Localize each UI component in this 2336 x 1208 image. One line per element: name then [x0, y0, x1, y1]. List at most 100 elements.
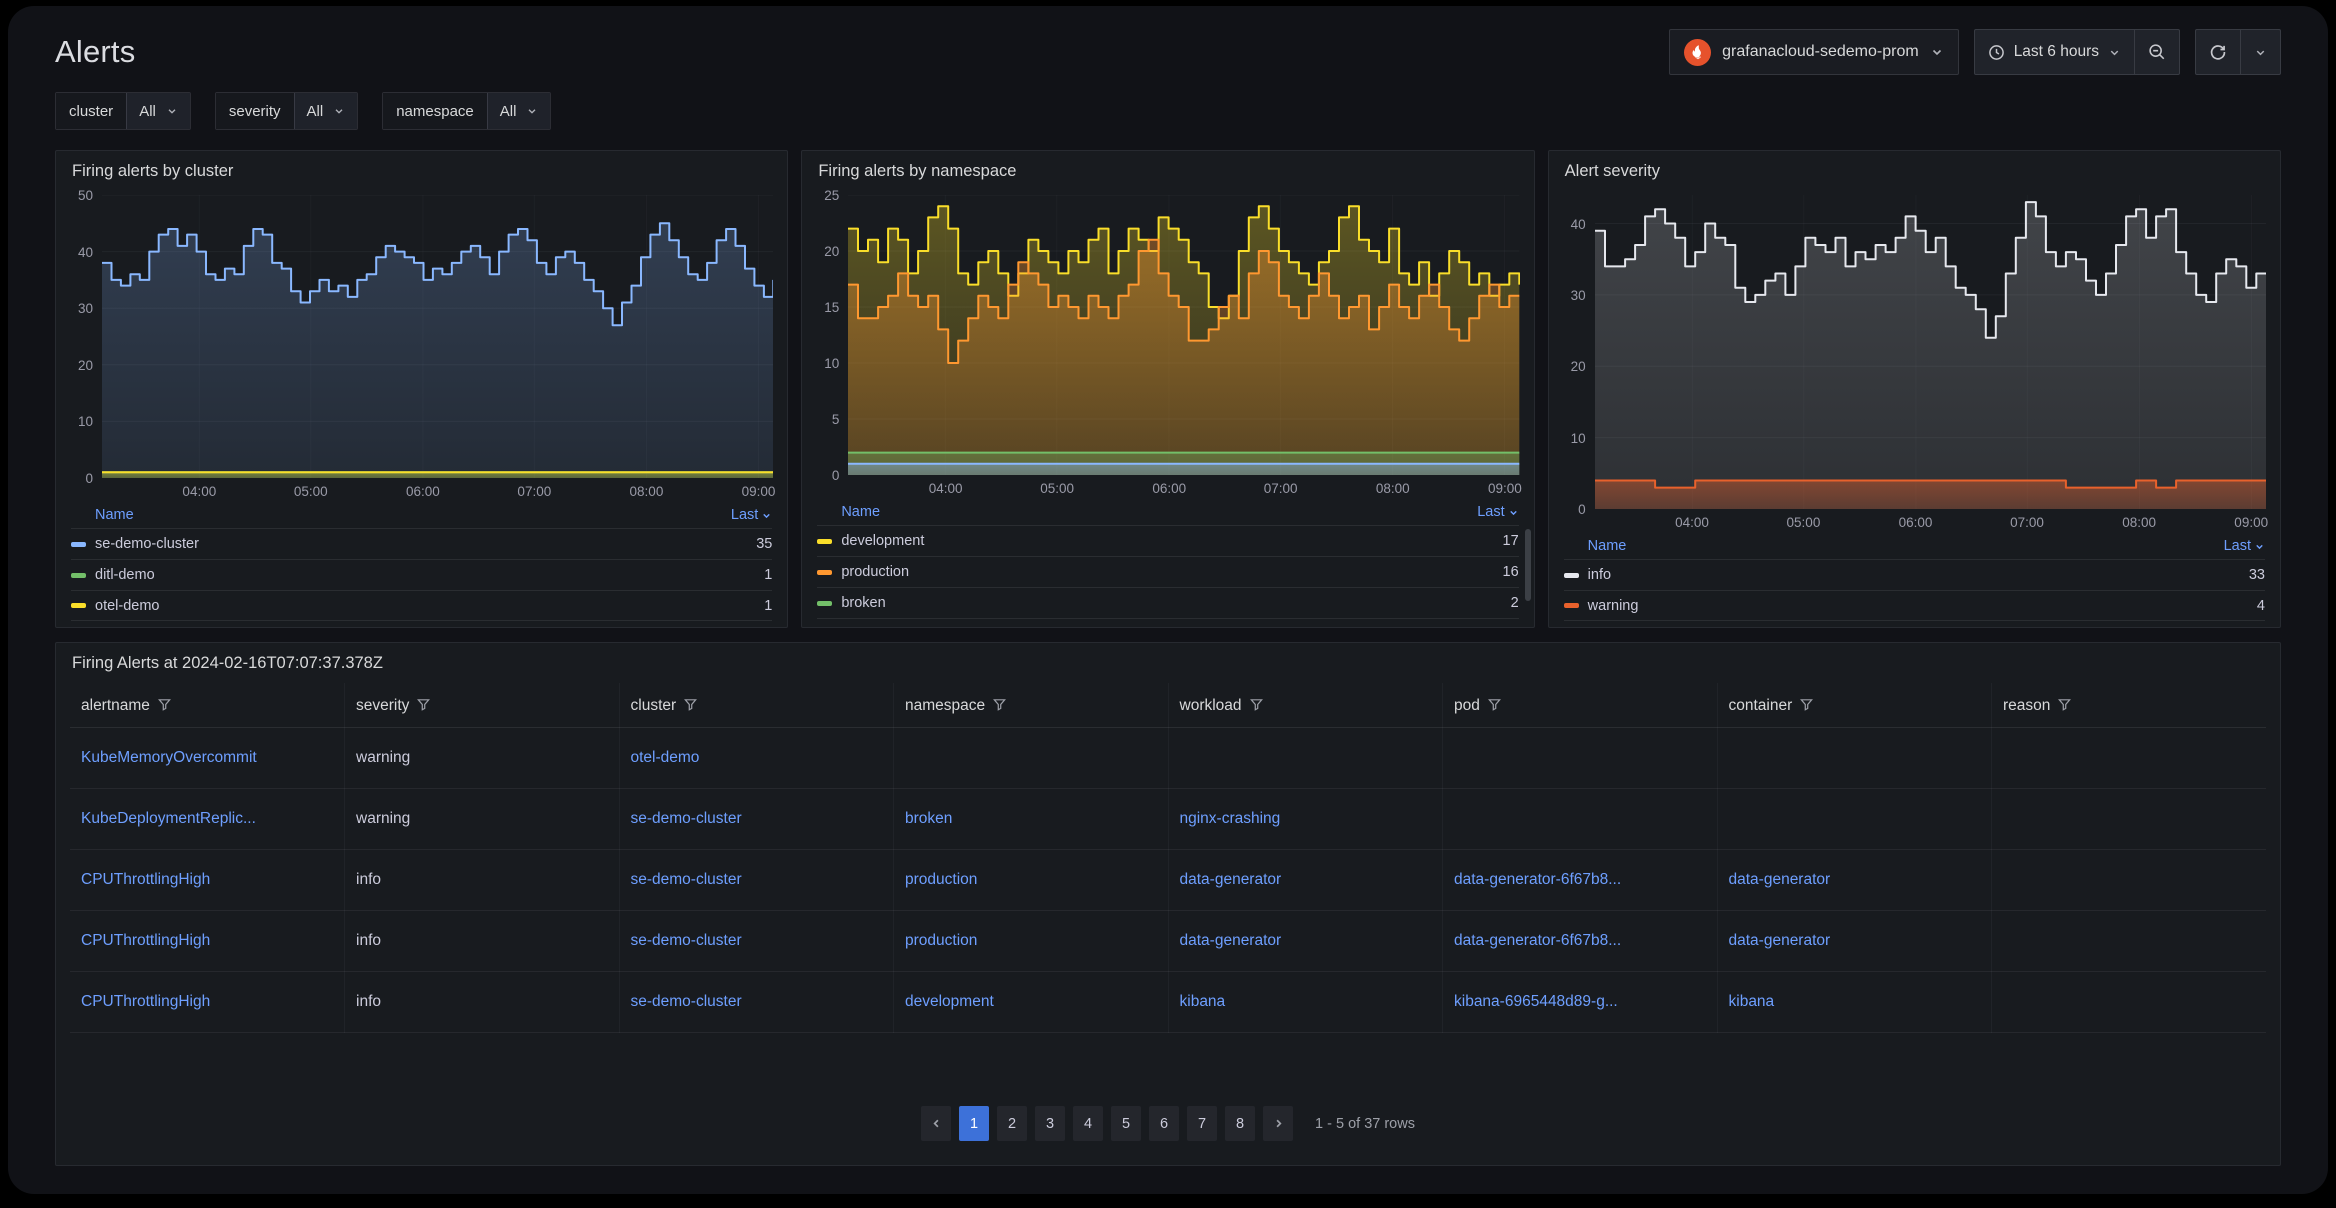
reason-cell	[1992, 789, 2267, 850]
pod-link[interactable]: data-generator-6f67b8...	[1454, 871, 1621, 888]
filter-icon[interactable]	[992, 697, 1007, 712]
cluster-link[interactable]: se-demo-cluster	[631, 932, 742, 949]
legend-item[interactable]: se-demo-cluster 35	[71, 528, 772, 559]
cluster-link[interactable]: se-demo-cluster	[631, 993, 742, 1010]
y-axis: 0510152025	[810, 195, 848, 475]
pod-link[interactable]: kibana-6965448d89-g...	[1454, 993, 1618, 1010]
legend-last-sort[interactable]: Last	[2224, 538, 2265, 554]
page-button-7[interactable]: 7	[1187, 1106, 1217, 1141]
page-button-4[interactable]: 4	[1073, 1106, 1103, 1141]
series-label: ditl-demo	[95, 567, 155, 583]
column-header-reason[interactable]: reason	[1992, 683, 2267, 728]
panel-title[interactable]: Alert severity	[1549, 151, 2280, 181]
series-label: development	[841, 533, 924, 549]
page-button-5[interactable]: 5	[1111, 1106, 1141, 1141]
alertname-link[interactable]: KubeDeploymentReplic...	[81, 810, 256, 827]
series-last-value: 1	[764, 598, 772, 614]
column-header-workload[interactable]: workload	[1168, 683, 1443, 728]
namespace-link[interactable]: production	[905, 871, 977, 888]
filter-namespace-label: namespace	[383, 93, 487, 129]
container-link[interactable]: data-generator	[1729, 932, 1831, 949]
filter-severity-select[interactable]: All	[294, 93, 358, 129]
namespace-link[interactable]: development	[905, 993, 994, 1010]
refresh-button[interactable]	[2196, 30, 2240, 74]
panel-alert-severity: Alert severity 010203040 04:0005:0006:00…	[1548, 150, 2281, 628]
chart-plot-area[interactable]	[102, 195, 773, 478]
time-range-label: Last 6 hours	[2014, 43, 2099, 61]
legend-item[interactable]: ditl-demo 1	[71, 559, 772, 590]
namespace-link[interactable]: production	[905, 932, 977, 949]
series-swatch	[817, 601, 832, 606]
cluster-link[interactable]: se-demo-cluster	[631, 810, 742, 827]
time-range-picker[interactable]: Last 6 hours	[1975, 30, 2134, 74]
legend-scrollbar[interactable]	[1525, 529, 1531, 601]
chart-plot-area[interactable]	[1595, 195, 2266, 509]
filter-icon[interactable]	[1799, 697, 1814, 712]
panel-title[interactable]: Firing Alerts at 2024-02-16T07:07:37.378…	[56, 643, 2280, 673]
legend-name-header[interactable]: Name	[841, 504, 880, 520]
legend-item[interactable]: otel-demo 1	[71, 590, 772, 621]
column-header-severity[interactable]: severity	[345, 683, 620, 728]
page-button-1[interactable]: 1	[959, 1106, 989, 1141]
column-header-namespace[interactable]: namespace	[894, 683, 1169, 728]
workload-link[interactable]: data-generator	[1180, 932, 1282, 949]
toolbar: grafanacloud-sedemo-prom Last 6 hours	[1669, 29, 2281, 75]
filter-namespace-select[interactable]: All	[487, 93, 551, 129]
legend-last-sort[interactable]: Last	[1477, 504, 1518, 520]
alertname-link[interactable]: CPUThrottlingHigh	[81, 871, 210, 888]
filter-icon[interactable]	[2057, 697, 2072, 712]
filter-cluster-label: cluster	[56, 93, 126, 129]
legend-item[interactable]: ditl-demo-prod 1	[817, 618, 1518, 627]
legend-name-header[interactable]: Name	[95, 507, 134, 523]
page-button-8[interactable]: 8	[1225, 1106, 1255, 1141]
datasource-picker[interactable]: grafanacloud-sedemo-prom	[1669, 29, 1959, 75]
page-button-6[interactable]: 6	[1149, 1106, 1179, 1141]
chart-plot-area[interactable]	[848, 195, 1519, 475]
cluster-link[interactable]: otel-demo	[631, 749, 700, 766]
legend-item[interactable]: broken 2	[817, 587, 1518, 618]
cluster-link[interactable]: se-demo-cluster	[631, 871, 742, 888]
workload-link[interactable]: kibana	[1180, 993, 1226, 1010]
x-axis: 04:0005:0006:0007:0008:0009:00	[1595, 509, 2266, 533]
filter-icon[interactable]	[157, 697, 172, 712]
legend-last-sort[interactable]: Last	[731, 507, 772, 523]
column-header-pod[interactable]: pod	[1443, 683, 1718, 728]
legend-item[interactable]: production 16	[817, 556, 1518, 587]
legend-item[interactable]: development 17	[817, 525, 1518, 556]
legend-name-header[interactable]: Name	[1588, 538, 1627, 554]
alertname-link[interactable]: CPUThrottlingHigh	[81, 993, 210, 1010]
namespace-link[interactable]: broken	[905, 810, 952, 827]
zoom-out-button[interactable]	[2134, 30, 2179, 74]
chevron-down-icon	[2254, 541, 2265, 552]
panel-title[interactable]: Firing alerts by cluster	[56, 151, 787, 181]
reason-cell	[1992, 911, 2267, 972]
filter-cluster: cluster All	[55, 92, 191, 130]
page-button-2[interactable]: 2	[997, 1106, 1027, 1141]
container-link[interactable]: data-generator	[1729, 871, 1831, 888]
page-button-3[interactable]: 3	[1035, 1106, 1065, 1141]
pod-link[interactable]: data-generator-6f67b8...	[1454, 932, 1621, 949]
legend-item[interactable]: info 33	[1564, 559, 2265, 590]
filter-cluster-select[interactable]: All	[126, 93, 190, 129]
severity-cell: info	[345, 850, 620, 911]
clock-icon	[1988, 44, 2005, 61]
filter-icon[interactable]	[1487, 697, 1502, 712]
refresh-interval-dropdown[interactable]	[2240, 30, 2280, 74]
filter-icon[interactable]	[1249, 697, 1264, 712]
workload-link[interactable]: data-generator	[1180, 871, 1282, 888]
column-header-cluster[interactable]: cluster	[619, 683, 894, 728]
next-page-button[interactable]	[1263, 1106, 1293, 1141]
filter-icon[interactable]	[683, 697, 698, 712]
time-series-chart: 01020304050 04:0005:0006:0007:0008:0009:…	[56, 195, 787, 502]
panel-title[interactable]: Firing alerts by namespace	[802, 151, 1533, 181]
legend-item[interactable]: warning 4	[1564, 590, 2265, 621]
column-header-container[interactable]: container	[1717, 683, 1992, 728]
prometheus-icon	[1684, 39, 1711, 66]
previous-page-button[interactable]	[921, 1106, 951, 1141]
workload-link[interactable]: nginx-crashing	[1180, 810, 1281, 827]
container-link[interactable]: kibana	[1729, 993, 1775, 1010]
filter-icon[interactable]	[416, 697, 431, 712]
alertname-link[interactable]: CPUThrottlingHigh	[81, 932, 210, 949]
column-header-alertname[interactable]: alertname	[70, 683, 345, 728]
alertname-link[interactable]: KubeMemoryOvercommit	[81, 749, 257, 766]
